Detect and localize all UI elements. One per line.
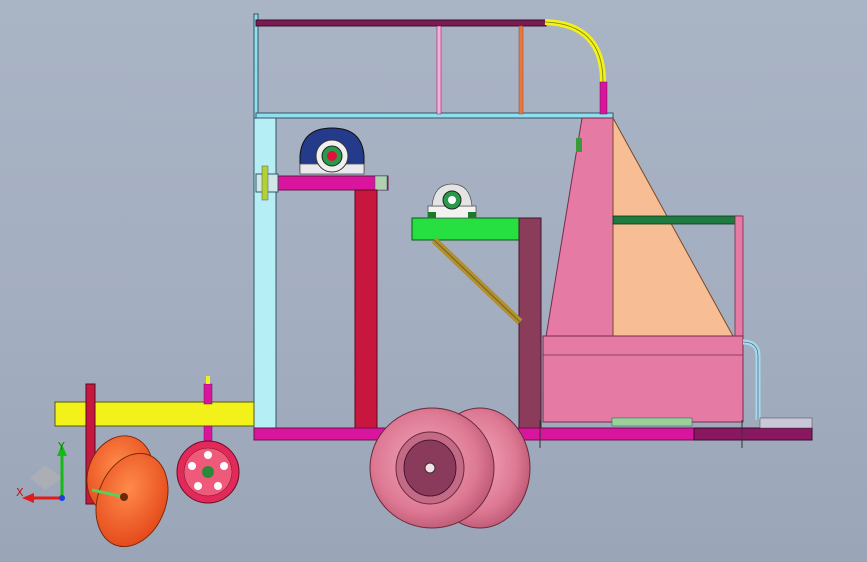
y-axis-label: Y <box>58 440 65 453</box>
front-post <box>253 117 277 429</box>
top-rail <box>255 19 547 27</box>
cad-viewport[interactable]: X Y <box>0 0 867 562</box>
main-wheels <box>369 407 531 529</box>
green-bearing-bracket <box>411 217 542 429</box>
seeder-assembly-model[interactable] <box>0 0 867 562</box>
z-axis-dot <box>59 495 65 501</box>
yellow-curved-tube <box>544 19 606 83</box>
upper-pillow-block <box>299 127 365 175</box>
orange-brace <box>518 25 524 115</box>
hopper-green-bar <box>612 215 742 225</box>
upper-frame <box>253 13 614 119</box>
mid-pillow-block <box>427 183 477 219</box>
hopper-base <box>542 335 744 423</box>
x-axis-label: X <box>16 486 24 499</box>
pink-brace <box>436 25 442 115</box>
frame-crossbar <box>255 112 614 119</box>
red-column <box>354 189 378 429</box>
hopper-drop-pipe <box>742 339 761 420</box>
gauge-wheel <box>176 440 240 504</box>
seed-hopper <box>542 117 761 427</box>
dark-column <box>518 217 542 429</box>
magenta-drop-tube <box>599 81 608 115</box>
axis-triad: X Y <box>0 430 90 510</box>
